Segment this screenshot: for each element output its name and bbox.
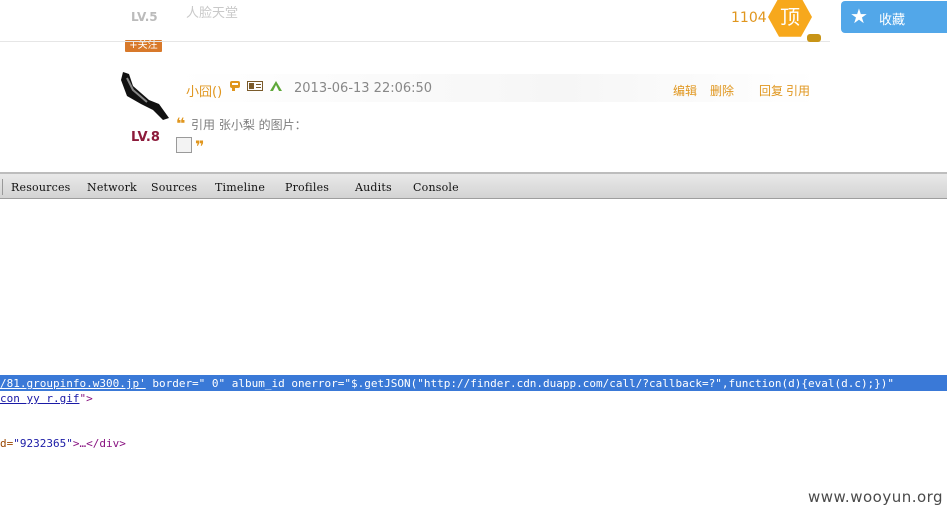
quote-open-icon: ❝ [176, 114, 186, 133]
broken-image [176, 137, 192, 153]
chat-badge-icon [230, 81, 240, 91]
tab-network[interactable]: Network [87, 181, 137, 194]
user-avatar[interactable] [119, 70, 171, 122]
id-card-icon [247, 81, 263, 91]
line3-value: "9232365" [13, 437, 73, 450]
devtools-panel: Resources Network Sources Timeline Profi… [0, 172, 947, 507]
favorite-button[interactable]: ★ 收藏 [841, 1, 947, 33]
quote-text: 引用 张小梨 的图片： [191, 118, 307, 132]
code-line-2: con yy r.gif"> [0, 392, 93, 405]
selected-code: /81.groupinfo.w300.jp' border=" 0" album… [0, 377, 901, 390]
tab-profiles[interactable]: Profiles [285, 181, 329, 194]
selected-src-link[interactable]: /81.groupinfo.w300.jp' [0, 377, 146, 390]
tab-console[interactable]: Console [413, 181, 459, 194]
quote-link[interactable]: 引用 [786, 82, 810, 99]
star-icon: ★ [850, 4, 868, 28]
tab-audits[interactable]: Audits [355, 181, 392, 194]
quote-close-icon: ❞ [195, 137, 205, 156]
user-level: LV.8 [131, 130, 160, 145]
toolbar-separator [2, 179, 3, 195]
username-link[interactable]: 小囧() [186, 81, 222, 100]
forum-page: LV.5 人脸天堂 +关注 1104 顶 ★ 收藏 LV.8 小囧() 2013… [0, 0, 947, 172]
ding-hand-icon [807, 34, 821, 42]
previous-post-level: LV.5 [131, 10, 158, 24]
line3-tail[interactable]: >…</div> [73, 437, 126, 450]
line3-attr: d= [0, 437, 14, 450]
devtools-toolbar: Resources Network Sources Timeline Profi… [0, 172, 947, 199]
previous-post-text: 人脸天堂 [186, 6, 239, 21]
tab-timeline[interactable]: Timeline [215, 181, 265, 194]
gif-src-link[interactable]: con yy r.gif [0, 392, 79, 405]
selected-attributes: border=" 0" album_id onerror="$.getJSON(… [145, 377, 901, 390]
favorite-label: 收藏 [879, 13, 906, 28]
post-timestamp: 2013-06-13 22:06:50 [294, 81, 433, 96]
ding-count: 1104 [731, 10, 767, 26]
watermark: www.wooyun.org [808, 488, 944, 506]
code-line-3: d="9232365">…</div> [0, 437, 126, 450]
reply-link[interactable]: 回复 [759, 82, 783, 99]
line2-tail: "> [79, 392, 93, 405]
edit-link[interactable]: 编辑 [673, 82, 697, 99]
delete-link[interactable]: 删除 [710, 82, 734, 99]
tab-sources[interactable]: Sources [151, 181, 197, 194]
leaf-badge-icon [270, 81, 282, 91]
post-divider [0, 41, 830, 42]
ding-button[interactable]: 顶 [768, 0, 812, 37]
tab-resources[interactable]: Resources [11, 181, 71, 194]
